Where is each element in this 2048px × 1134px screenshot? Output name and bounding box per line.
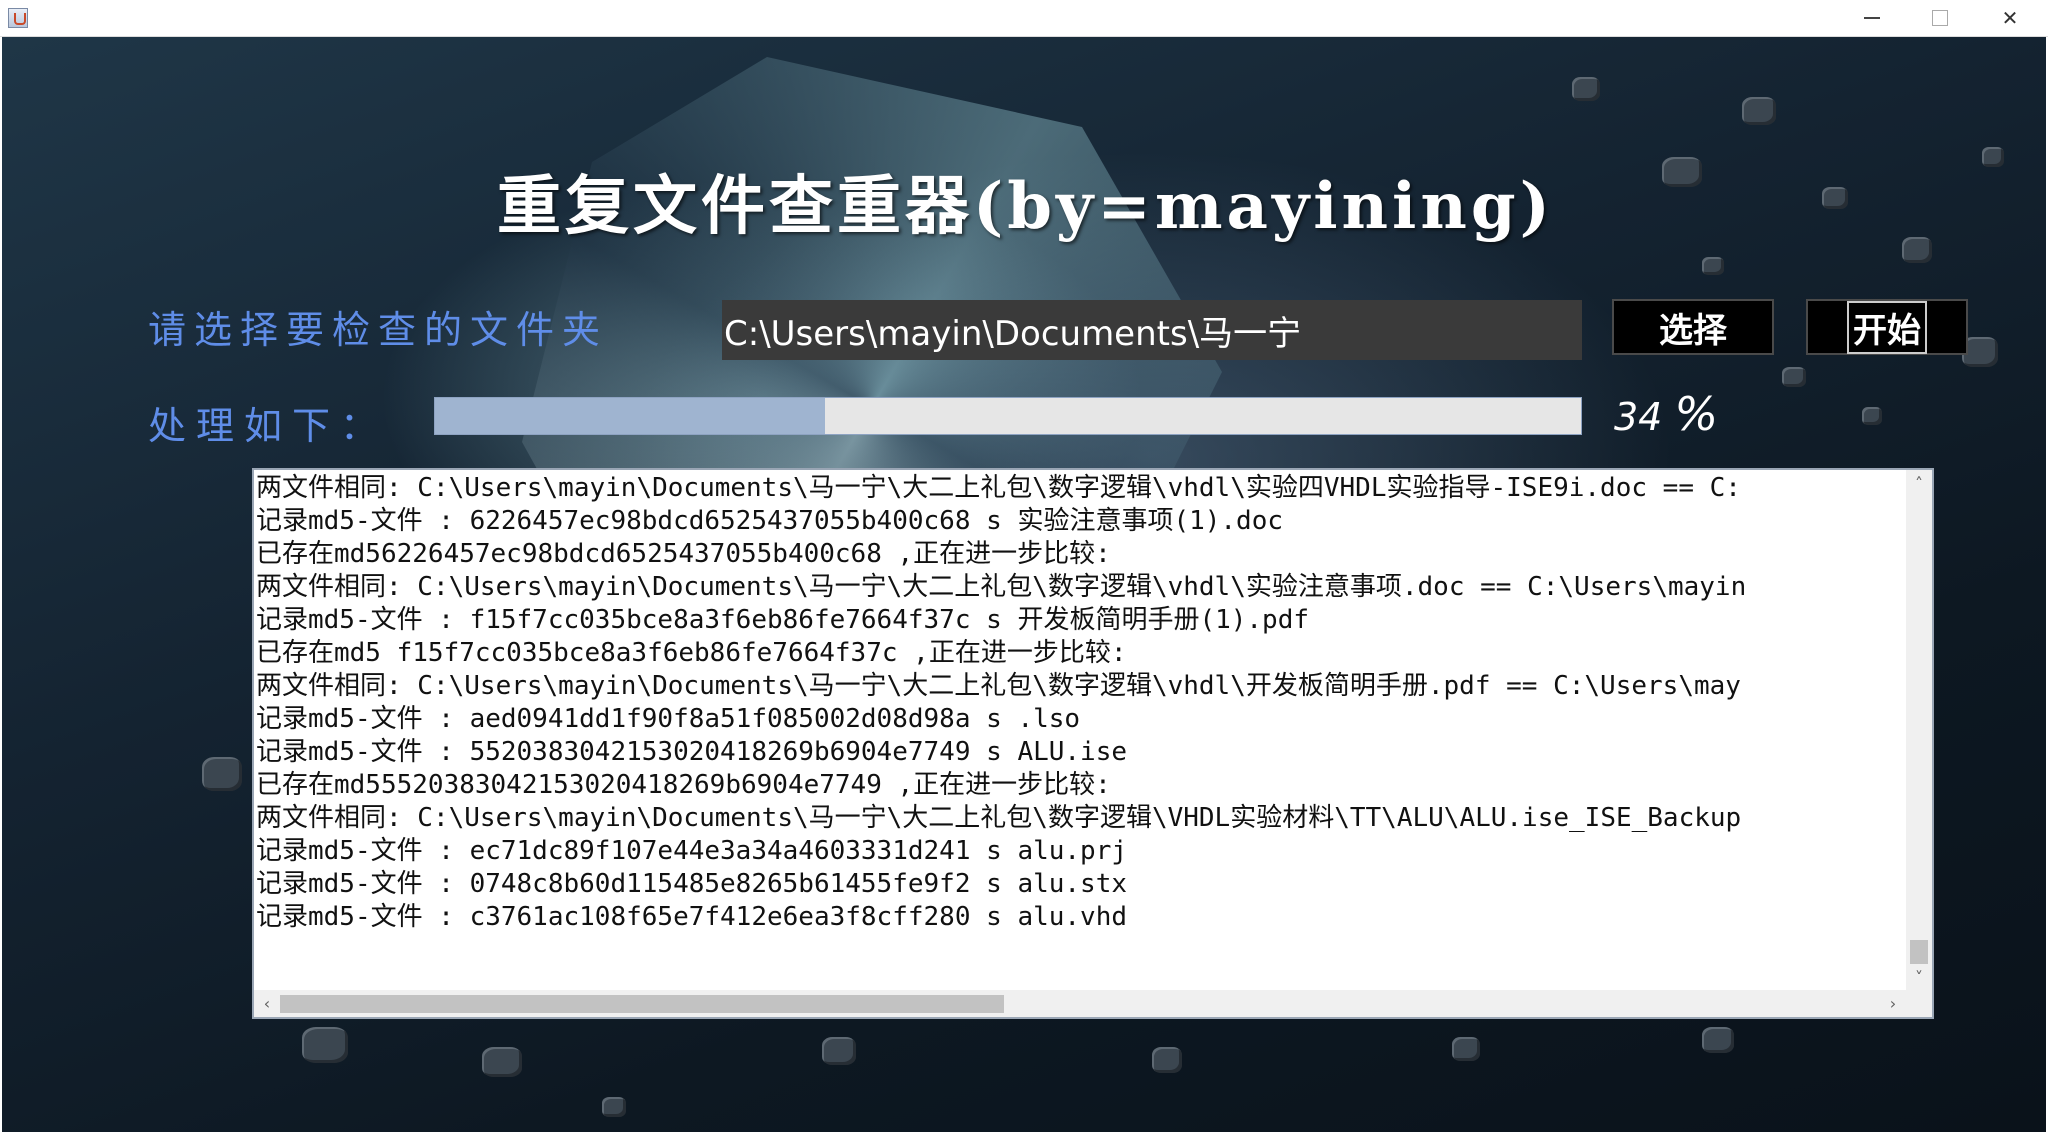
log-line: 已存在md56226457ec98bdcd6525437055b400c68 ,… [256,539,1111,569]
background-rock [302,1027,348,1063]
folder-label: 请选择要检查的文件夹 [148,308,609,352]
log-line: 记录md5-文件 : f15f7cc035bce8a3f6eb86fe7664f… [256,605,1310,635]
close-button[interactable]: ✕ [1976,0,2044,36]
log-line: 记录md5-文件 : 0748c8b60d115485e8265b61455fe… [256,869,1128,899]
app-title: 重复文件查重器(by=mayining) [497,169,1554,244]
minimize-icon [1864,17,1880,19]
minimize-button[interactable] [1838,0,1906,36]
log-panel[interactable]: 两文件相同: C:\Users\mayin\Documents\马一宁\大二上礼… [252,468,1934,1019]
background-rock [1702,257,1724,275]
background-rock [1862,407,1882,425]
horizontal-scrollbar[interactable]: ‹ › [254,990,1906,1017]
horizontal-scroll-thumb[interactable] [280,995,1004,1013]
folder-path-text: C:\Users\mayin\Documents\马一宁 [724,313,1302,354]
maximize-icon [1932,10,1948,26]
background-rock [1572,77,1600,101]
log-line: 记录md5-文件 : 6226457ec98bdcd6525437055b400… [256,506,1284,536]
log-line: 记录md5-文件 : ec71dc89f107e44e3a34a4603331d… [256,836,1128,866]
log-line: 两文件相同: C:\Users\mayin\Documents\马一宁\大二上礼… [256,572,1747,602]
background-rock [482,1047,522,1077]
vertical-scrollbar[interactable]: ˄ ˅ [1906,470,1932,990]
start-button[interactable]: 开始 [1806,299,1968,355]
title-bar: ✕ [0,0,2048,37]
log-line: 两文件相同: C:\Users\mayin\Documents\马一宁\大二上礼… [256,473,1741,503]
background-rock [1822,187,1848,209]
progress-number: 34 [1614,395,1663,439]
log-line: 两文件相同: C:\Users\mayin\Documents\马一宁\大二上礼… [256,803,1742,833]
log-line: 两文件相同: C:\Users\mayin\Documents\马一宁\大二上礼… [256,671,1741,701]
log-line: 已存在md55520383042153020418269b6904e7749 ,… [256,770,1111,800]
progress-fill [435,398,825,434]
scroll-left-icon[interactable]: ‹ [254,990,280,1017]
select-button[interactable]: 选择 [1612,299,1774,355]
java-cup-icon [8,8,28,28]
background-rock [1982,147,2004,167]
progress-value: 34% [1614,387,1718,441]
background-rock [1662,157,1702,187]
log-line: 记录md5-文件 : 5520383042153020418269b6904e7… [256,737,1128,767]
progress-unit: % [1674,387,1719,441]
scroll-right-icon[interactable]: › [1880,990,1906,1017]
background-rock [1152,1047,1182,1073]
background-rock [1742,97,1776,125]
log-line: 已存在md5 f15f7cc035bce8a3f6eb86fe7664f37c … [256,638,1127,668]
scroll-down-icon[interactable]: ˅ [1906,964,1932,990]
background-rock [602,1097,626,1117]
background-rock [1902,237,1932,263]
log-textarea[interactable]: 两文件相同: C:\Users\mayin\Documents\马一宁\大二上礼… [256,472,1904,990]
log-line: 记录md5-文件 : c3761ac108f65e7f412e6ea3f8cff… [256,902,1128,932]
background-rock [1782,367,1806,387]
background-rock [1452,1037,1480,1061]
scroll-corner [1906,990,1932,1017]
background-rock [822,1037,856,1065]
app-content: 重复文件查重器(by=mayining) 请选择要检查的文件夹 C:\Users… [2,37,2046,1132]
start-button-label: 开始 [1847,300,1927,354]
close-icon: ✕ [2001,6,2019,30]
vertical-scroll-thumb[interactable] [1910,940,1928,964]
log-line: 记录md5-文件 : aed0941dd1f90f8a51f085002d08d… [256,704,1081,734]
scroll-up-icon[interactable]: ˄ [1906,470,1932,496]
maximize-button[interactable] [1906,0,1974,36]
folder-path-field[interactable]: C:\Users\mayin\Documents\马一宁 [722,300,1582,360]
background-rock [202,757,242,791]
progress-bar [434,397,1582,435]
background-rock [1702,1027,1734,1053]
process-label: 处理如下： [148,404,389,448]
